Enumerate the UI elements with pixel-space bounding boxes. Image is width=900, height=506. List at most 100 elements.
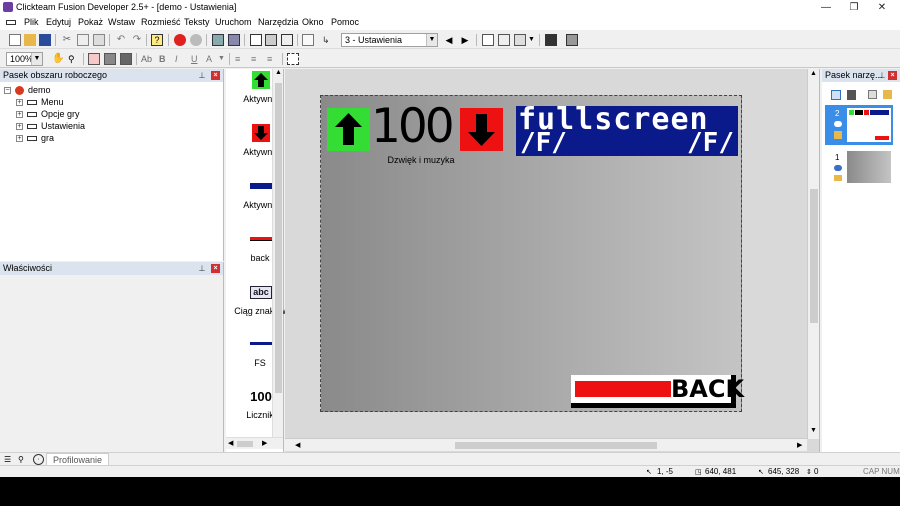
minimize-button[interactable]: — (812, 0, 840, 15)
stop-icon[interactable] (174, 34, 186, 46)
next-frame-icon[interactable]: ▶ (459, 34, 471, 46)
frame-select[interactable]: 3 - Ustawienia ▼ (341, 33, 438, 47)
event-editor-icon[interactable] (250, 34, 262, 46)
align-icon[interactable] (514, 34, 526, 46)
cut-icon[interactable]: ✂ (61, 34, 73, 46)
object-string[interactable]: abc (250, 286, 272, 299)
object-active-fullscreen[interactable] (250, 183, 272, 189)
text-color-icon[interactable]: A (206, 53, 218, 65)
chevron-up-icon[interactable]: ▲ (275, 69, 282, 76)
help-icon[interactable]: ? (151, 34, 163, 46)
film-icon[interactable] (566, 34, 578, 46)
chevron-up-icon[interactable]: ▲ (810, 70, 817, 77)
zoom-select[interactable]: 100% ▼ (6, 52, 43, 66)
object-list-vscroll[interactable]: ▲ (272, 69, 283, 437)
lock-icon[interactable] (883, 90, 892, 99)
scroll-thumb[interactable] (275, 83, 282, 393)
paste-icon[interactable] (93, 34, 105, 46)
data-elements-icon[interactable] (281, 34, 293, 46)
frame-vscroll[interactable]: ▲ ▼ (807, 69, 819, 439)
new-icon[interactable] (9, 34, 21, 46)
chevron-right-icon[interactable]: ▶ (262, 439, 267, 447)
fit-icon[interactable] (287, 53, 299, 65)
align-right-icon[interactable]: ≡ (267, 53, 279, 65)
layer-visibility-icon[interactable] (868, 90, 877, 99)
menu-plik[interactable]: Plik (24, 17, 39, 27)
chevron-down-icon[interactable]: ▼ (810, 427, 817, 434)
align-center-icon[interactable]: ≡ (251, 53, 263, 65)
font-icon[interactable]: Ab (141, 53, 153, 65)
menu-edytuj[interactable]: Edytuj (46, 17, 71, 27)
frame-hscroll[interactable]: ◀ ▶ (285, 438, 807, 451)
delete-layer-icon[interactable] (847, 90, 856, 100)
object-list-hscroll[interactable]: ◀ ▶ (226, 437, 283, 449)
eye-icon[interactable] (834, 165, 842, 171)
expand-icon[interactable]: + (16, 99, 23, 106)
black-square-icon[interactable] (545, 34, 557, 46)
volume-up-button[interactable] (327, 108, 370, 151)
menu-rozmiesc[interactable]: Rozmieść (141, 17, 181, 27)
volume-down-button[interactable] (460, 108, 503, 151)
chevron-right-icon[interactable]: ▶ (797, 441, 802, 449)
lock-icon[interactable] (834, 175, 842, 181)
close-icon[interactable]: × (888, 71, 897, 80)
pin-icon[interactable]: ⊥ (198, 71, 206, 80)
object-fs[interactable] (250, 342, 272, 345)
menu-okno[interactable]: Okno (302, 17, 324, 27)
copy-icon[interactable] (77, 34, 89, 46)
chevron-left-icon[interactable]: ◀ (295, 441, 300, 449)
object-active-down[interactable] (252, 124, 270, 142)
object-counter[interactable]: 100 (248, 390, 274, 404)
pin-icon[interactable]: ⊥ (198, 264, 206, 273)
expand-icon[interactable]: + (16, 135, 23, 142)
search-icon[interactable]: ⚲ (18, 455, 27, 464)
add-layer-icon[interactable] (831, 90, 841, 100)
frame-canvas[interactable]: 100 Dzwięk i muzyka fullscreen /F/ /F/ B… (320, 95, 744, 412)
frame-editor-icon[interactable] (228, 34, 240, 46)
layer-1-row[interactable]: 1 (825, 149, 893, 185)
grid-icon[interactable] (482, 34, 494, 46)
close-icon[interactable]: × (211, 71, 220, 80)
frame-list-icon[interactable]: ↳ (322, 34, 334, 46)
scroll-thumb[interactable] (810, 189, 818, 323)
properties-icon[interactable] (302, 34, 314, 46)
clock-icon[interactable]: · (33, 454, 44, 465)
close-button[interactable]: ✕ (868, 0, 896, 15)
back-button[interactable]: BACK (571, 375, 744, 408)
pause-icon[interactable] (190, 34, 202, 46)
chevron-left-icon[interactable]: ◀ (228, 439, 233, 447)
layer-2-row[interactable]: 2 (825, 105, 893, 145)
hand-icon[interactable]: ✋ (52, 53, 64, 65)
menu-narzedzia[interactable]: Narzędzia (258, 17, 299, 27)
menu-uruchom[interactable]: Uruchom (215, 17, 252, 27)
menu-wstaw[interactable]: Wstaw (108, 17, 135, 27)
underline-icon[interactable]: U (191, 53, 203, 65)
frame-menu-icon[interactable] (6, 20, 16, 25)
object-active-up[interactable] (252, 71, 270, 89)
save-icon[interactable] (39, 34, 51, 46)
pin-icon[interactable]: ⊥ (878, 71, 886, 80)
paint-icon[interactable] (88, 53, 100, 65)
list-icon[interactable]: ☰ (4, 455, 13, 464)
object-back[interactable] (250, 237, 272, 241)
expand-icon[interactable]: + (16, 111, 23, 118)
eye-icon[interactable] (834, 121, 842, 127)
bold-icon[interactable]: B (159, 53, 171, 65)
undo-icon[interactable]: ↶ (115, 34, 127, 46)
fill-icon[interactable] (104, 53, 116, 65)
align-left-icon[interactable]: ≡ (235, 53, 247, 65)
menu-pokaz[interactable]: Pokaż (78, 17, 103, 27)
menu-pomoc[interactable]: Pomoc (331, 17, 359, 27)
expand-icon[interactable]: + (16, 123, 23, 130)
zoom-icon[interactable]: ⚲ (68, 53, 80, 65)
event-list-icon[interactable] (265, 34, 277, 46)
restore-button[interactable]: ❐ (840, 0, 868, 15)
layers-icon[interactable] (498, 34, 510, 46)
image-icon[interactable] (120, 53, 132, 65)
previous-frame-icon[interactable]: ◀ (443, 34, 455, 46)
open-icon[interactable] (24, 34, 36, 46)
fullscreen-toggle[interactable]: fullscreen /F/ /F/ (516, 106, 738, 156)
close-icon[interactable]: × (211, 264, 220, 273)
storyboard-icon[interactable] (212, 34, 224, 46)
scroll-thumb[interactable] (455, 442, 657, 449)
